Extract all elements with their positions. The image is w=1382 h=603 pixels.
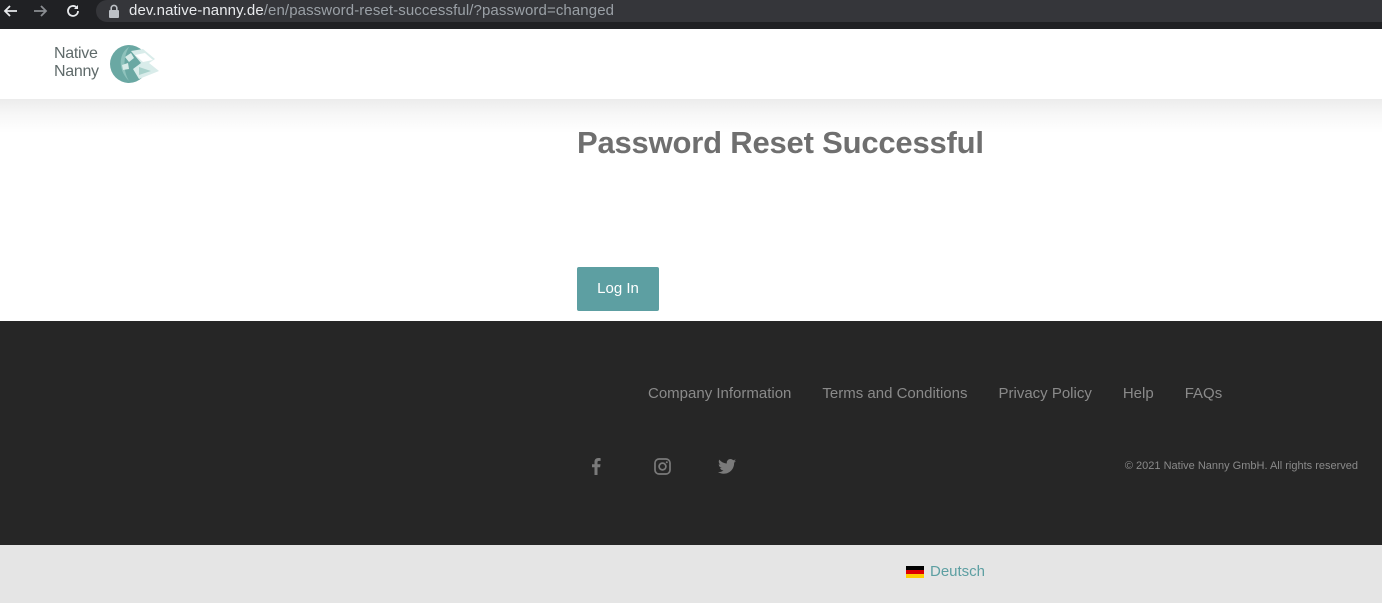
browser-toolbar: dev.native-nanny.de/en/password-reset-su… — [0, 0, 1382, 29]
back-button[interactable] — [0, 0, 24, 22]
lock-icon — [109, 4, 119, 18]
language-switch-deutsch[interactable]: Deutsch — [906, 563, 985, 581]
logo-line-1: Native — [54, 45, 98, 62]
logo-wordmark: Native Nanny — [54, 45, 99, 81]
copyright-text: © 2021 Native Nanny GmbH. All rights res… — [1124, 460, 1358, 472]
reload-button[interactable] — [59, 0, 87, 22]
twitter-link[interactable] — [718, 457, 736, 475]
language-bar — [0, 545, 1382, 603]
site-logo[interactable]: Native Nanny — [54, 43, 164, 87]
forward-button[interactable] — [27, 0, 55, 22]
url-path: /en/password-reset-successful/?password=… — [263, 2, 615, 19]
page-title: Password Reset Successful — [577, 125, 984, 160]
arrow-left-icon — [3, 5, 17, 17]
footer-link-faqs[interactable]: FAQs — [1185, 384, 1223, 404]
instagram-icon — [653, 457, 671, 475]
footer-nav: Company Information Terms and Conditions… — [648, 384, 1253, 404]
site-footer — [0, 321, 1382, 545]
german-flag-icon — [906, 566, 924, 578]
instagram-link[interactable] — [653, 457, 671, 475]
footer-link-terms-and-conditions[interactable]: Terms and Conditions — [822, 384, 967, 404]
url-text: dev.native-nanny.de/en/password-reset-su… — [129, 1, 614, 21]
logo-line-2: Nanny — [54, 63, 99, 80]
url-host: dev.native-nanny.de — [129, 2, 264, 19]
login-button[interactable]: Log In — [577, 267, 659, 311]
facebook-link[interactable] — [587, 457, 605, 475]
footer-link-privacy-policy[interactable]: Privacy Policy — [998, 384, 1091, 404]
site-header — [0, 29, 1382, 99]
facebook-icon — [592, 457, 601, 475]
language-label: Deutsch — [930, 563, 986, 580]
address-bar[interactable]: dev.native-nanny.de/en/password-reset-su… — [96, 0, 1382, 22]
footer-link-help[interactable]: Help — [1123, 384, 1154, 404]
footer-link-company-information[interactable]: Company Information — [648, 384, 791, 404]
twitter-icon — [718, 458, 736, 474]
reload-icon — [67, 5, 79, 17]
arrow-right-icon — [34, 5, 48, 17]
logo-mark-icon — [110, 45, 159, 83]
